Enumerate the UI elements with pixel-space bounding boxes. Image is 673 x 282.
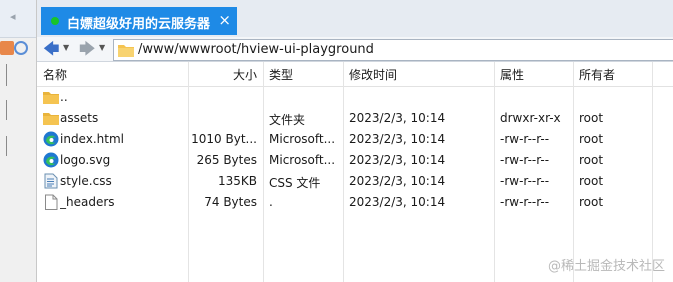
file-name: logo.svg [60, 153, 111, 167]
back-arrow-icon[interactable]: 🡄 [43, 40, 60, 58]
file-size: 74 Bytes [204, 195, 257, 209]
left-panel-arrow-icon[interactable]: ◂ [10, 10, 16, 23]
forward-history-dropdown-icon[interactable]: ▼ [99, 43, 105, 52]
tab-title: 白嫖超级好用的云服务器 [67, 17, 211, 32]
path-text: /www/wwwroot/hview-ui-playground [138, 42, 374, 57]
folder-icon [43, 92, 59, 104]
file-type: . [269, 195, 273, 209]
table-row[interactable]: style.css 135KB CSS 文件 2023/2/3, 10:14 -… [37, 171, 673, 192]
file-type: 文件夹 [269, 113, 306, 127]
folder-icon [118, 45, 134, 57]
path-input[interactable]: /www/wwwroot/hview-ui-playground [113, 39, 673, 61]
table-row[interactable]: assets 文件夹 2023/2/3, 10:14 drwxr-xr-x ro… [37, 108, 673, 129]
tree-line [6, 136, 7, 156]
file-modified: 2023/2/3, 10:14 [349, 195, 446, 209]
address-bar: 🡄 ▼ 🡆 ▼ /www/wwwroot/hview-ui-playground [37, 37, 673, 62]
file-list: 名称 大小 类型 修改时间 属性 所有者 .. assets 文件夹 2023/… [37, 62, 673, 282]
file-name: assets [60, 111, 99, 125]
connection-status-icon [51, 17, 59, 25]
file-attributes: drwxr-xr-x [500, 111, 561, 125]
file-modified: 2023/2/3, 10:14 [349, 132, 446, 146]
file-name: .. [60, 90, 68, 104]
file-modified: 2023/2/3, 10:14 [349, 153, 446, 167]
close-tab-button[interactable]: × [218, 11, 231, 29]
table-row[interactable]: .. [37, 87, 673, 108]
back-history-dropdown-icon[interactable]: ▼ [63, 43, 69, 52]
file-modified: 2023/2/3, 10:14 [349, 111, 446, 125]
column-header-modified[interactable]: 修改时间 [349, 66, 397, 83]
edge-icon [43, 152, 59, 168]
file-owner: root [579, 195, 604, 209]
file-attributes: -rw-r--r-- [500, 132, 550, 146]
tree-line [6, 64, 7, 86]
watermark: @稀土掘金技术社区 [547, 259, 665, 274]
refresh-icon[interactable] [14, 41, 28, 55]
file-type: CSS 文件 [269, 176, 321, 190]
file-name: index.html [60, 132, 124, 146]
folder-icon [43, 113, 59, 125]
column-header-owner[interactable]: 所有者 [579, 66, 615, 83]
file-owner: root [579, 111, 604, 125]
table-row[interactable]: index.html 1010 Byt... Microsoft... 2023… [37, 129, 673, 150]
blank-file-icon [45, 194, 58, 210]
column-header-name[interactable]: 名称 [43, 66, 67, 83]
left-panel-tool-icon[interactable] [0, 41, 14, 55]
table-row[interactable]: logo.svg 265 Bytes Microsoft... 2023/2/3… [37, 150, 673, 171]
file-size: 265 Bytes [196, 153, 257, 167]
column-header-size[interactable]: 大小 [233, 66, 257, 83]
tab-bar: 白嫖超级好用的云服务器 × [37, 0, 673, 38]
file-type: Microsoft... [269, 132, 336, 146]
edge-icon [43, 131, 59, 147]
file-type: Microsoft... [269, 153, 336, 167]
table-row[interactable]: _headers 74 Bytes . 2023/2/3, 10:14 -rw-… [37, 192, 673, 213]
file-modified: 2023/2/3, 10:14 [349, 174, 446, 188]
css-file-icon [44, 173, 58, 189]
tree-line [6, 100, 7, 120]
left-panel-header: ◂ [0, 0, 36, 38]
file-attributes: -rw-r--r-- [500, 174, 550, 188]
tab-server[interactable]: 白嫖超级好用的云服务器 × [41, 7, 237, 35]
file-owner: root [579, 153, 604, 167]
file-name: _headers [60, 195, 115, 209]
column-header-attributes[interactable]: 属性 [500, 66, 524, 83]
file-owner: root [579, 132, 604, 146]
left-panel: ◂ [0, 0, 37, 282]
file-name: style.css [60, 174, 112, 188]
file-attributes: -rw-r--r-- [500, 195, 550, 209]
file-owner: root [579, 174, 604, 188]
file-list-header: 名称 大小 类型 修改时间 属性 所有者 [37, 62, 673, 87]
file-size: 135KB [217, 174, 257, 188]
file-size: 1010 Byt... [191, 132, 257, 146]
column-header-type[interactable]: 类型 [269, 66, 293, 83]
file-attributes: -rw-r--r-- [500, 153, 550, 167]
forward-arrow-icon[interactable]: 🡆 [79, 40, 96, 58]
